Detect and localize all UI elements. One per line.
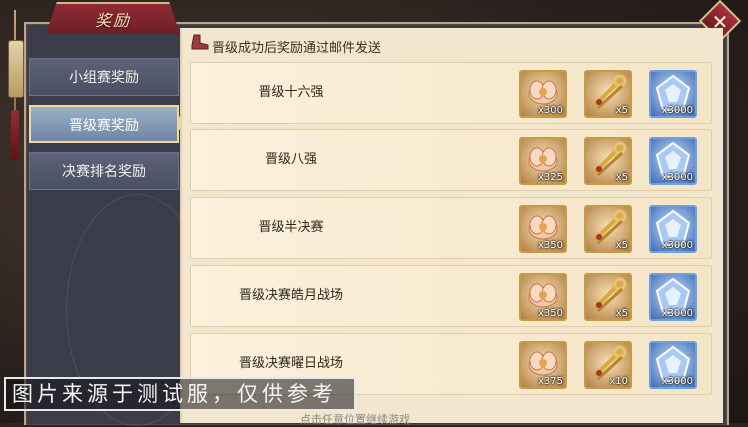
- item-count: x325: [537, 172, 563, 183]
- lotus-flower-icon[interactable]: x350: [519, 273, 567, 321]
- golden-keys-icon[interactable]: x5: [584, 70, 632, 118]
- dialog-title: 奖励: [94, 11, 131, 30]
- reward-row: 晋级决赛皓月战场 x350 x5 x3000: [190, 265, 712, 327]
- golden-keys-icon[interactable]: x5: [584, 205, 632, 253]
- golden-keys-icon[interactable]: x5: [584, 137, 632, 185]
- jade-pendant-icon: [8, 40, 24, 98]
- item-count: x300: [537, 105, 563, 116]
- item-count: x350: [537, 308, 563, 319]
- golden-keys-icon[interactable]: x10: [584, 341, 632, 389]
- item-count: x5: [615, 172, 628, 183]
- item-count: x3000: [661, 105, 693, 116]
- tab-promotion-rewards[interactable]: 晋级赛奖励: [29, 105, 179, 143]
- item-count: x5: [615, 308, 628, 319]
- reward-tier-label: 晋级十六强: [258, 85, 324, 100]
- item-count: x5: [615, 240, 628, 251]
- continue-hint: 点击任意位置继续游戏: [300, 413, 410, 426]
- tab-group-stage-rewards[interactable]: 小组赛奖励: [29, 58, 179, 96]
- golden-keys-icon[interactable]: x5: [584, 273, 632, 321]
- watermark: 图片来源于测试服，仅供参考: [4, 377, 356, 411]
- item-count: x375: [537, 376, 563, 387]
- reward-tier-label: 晋级半决赛: [258, 220, 324, 235]
- item-count: x10: [609, 376, 628, 387]
- tab-final-ranking-rewards[interactable]: 决赛排名奖励: [29, 152, 179, 190]
- reward-tier-label: 晋级八强: [264, 152, 317, 167]
- lotus-flower-icon[interactable]: x375: [519, 341, 567, 389]
- reward-tier-label: 晋级决赛皓月战场: [238, 288, 343, 303]
- lotus-flower-icon[interactable]: x300: [519, 70, 567, 118]
- item-count: x3000: [661, 376, 693, 387]
- item-count: x3000: [661, 172, 693, 183]
- boot-icon: [191, 34, 209, 50]
- blue-crystal-icon[interactable]: x3000: [649, 70, 697, 118]
- item-count: x3000: [661, 240, 693, 251]
- item-count: x350: [537, 240, 563, 251]
- reward-row: 晋级十六强 x300 x5 x3000: [190, 62, 712, 124]
- blue-crystal-icon[interactable]: x3000: [649, 205, 697, 253]
- lotus-flower-icon[interactable]: x350: [519, 205, 567, 253]
- item-count: x3000: [661, 308, 693, 319]
- mail-notice: 晋级成功后奖励通过邮件发送: [212, 41, 382, 56]
- tassel-icon: [11, 110, 19, 160]
- item-count: x5: [615, 105, 628, 116]
- blue-crystal-icon[interactable]: x3000: [649, 341, 697, 389]
- lotus-flower-icon[interactable]: x325: [519, 137, 567, 185]
- reward-row: 晋级八强 x325 x5 x3000: [190, 129, 712, 191]
- reward-row: 晋级半决赛 x350 x5 x3000: [190, 197, 712, 259]
- blue-crystal-icon[interactable]: x3000: [649, 137, 697, 185]
- blue-crystal-icon[interactable]: x3000: [649, 273, 697, 321]
